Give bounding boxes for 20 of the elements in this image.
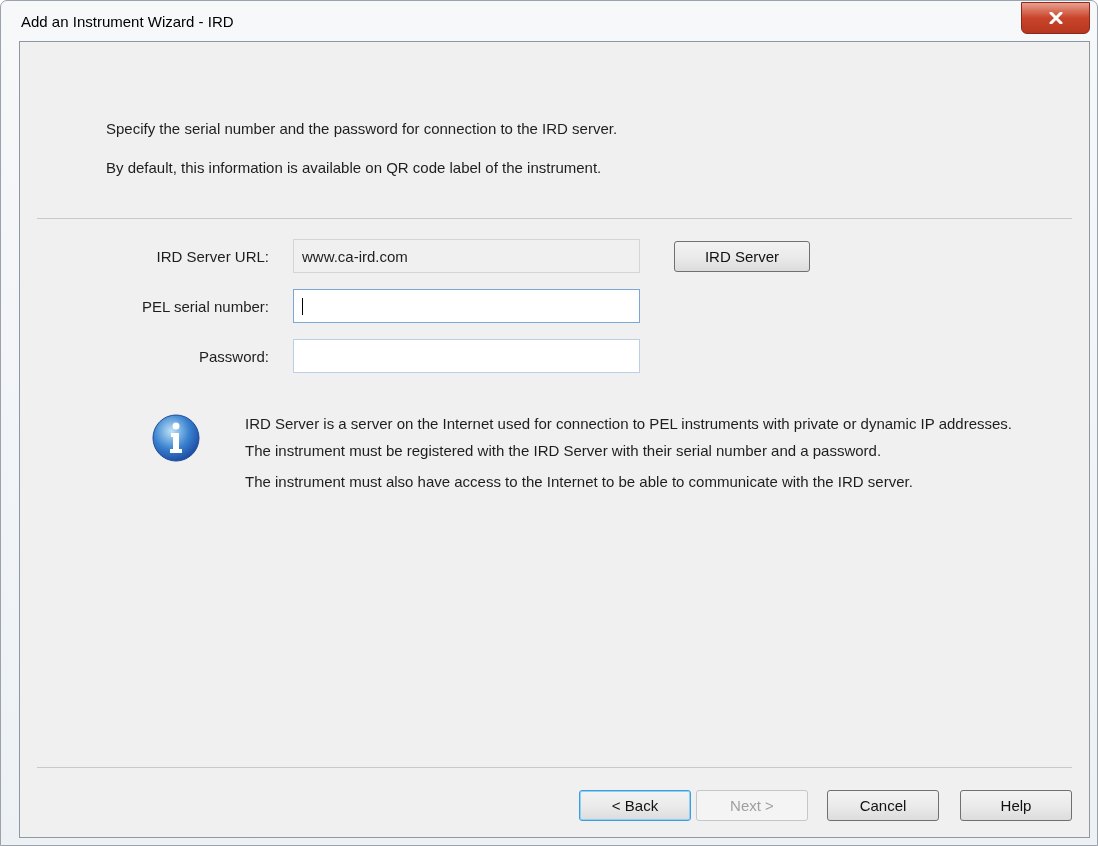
close-icon: [1047, 12, 1064, 24]
instruction-text: Specify the serial number and the password for connection to the IRD server.: [106, 120, 619, 137]
instruction-text: By default, this information is available on QR code label of the instrument.: [106, 159, 603, 176]
field-label: PEL serial number:: [141, 297, 269, 315]
text-cursor: [302, 297, 303, 315]
info-text: The instrument must also have access to the Internet to be able to communicate with the IRD server.: [245, 473, 914, 490]
wizard-button[interactable]: Cancel: [827, 790, 939, 821]
field-label: IRD Server URL:: [155, 247, 269, 265]
info-text: IRD Server is a server on the Internet used for connection to PEL instruments with private or dynamic IP addresses.: [245, 415, 1014, 432]
readonly-field[interactable]: www.ca-ird.com: [293, 239, 640, 273]
close-button[interactable]: [1021, 2, 1090, 34]
window-title: Add an Instrument Wizard - IRD: [21, 12, 234, 30]
info-text: The instrument must be registered with the IRD Server with their serial number and a password.: [245, 442, 883, 459]
info-icon: [151, 413, 201, 463]
wizard-button[interactable]: < Back: [579, 790, 691, 821]
field-label: Password:: [197, 347, 269, 365]
input-field[interactable]: [293, 289, 640, 323]
server-button[interactable]: IRD Server: [674, 240, 810, 272]
input-field[interactable]: [293, 339, 640, 373]
wizard-button[interactable]: Help: [960, 790, 1072, 821]
